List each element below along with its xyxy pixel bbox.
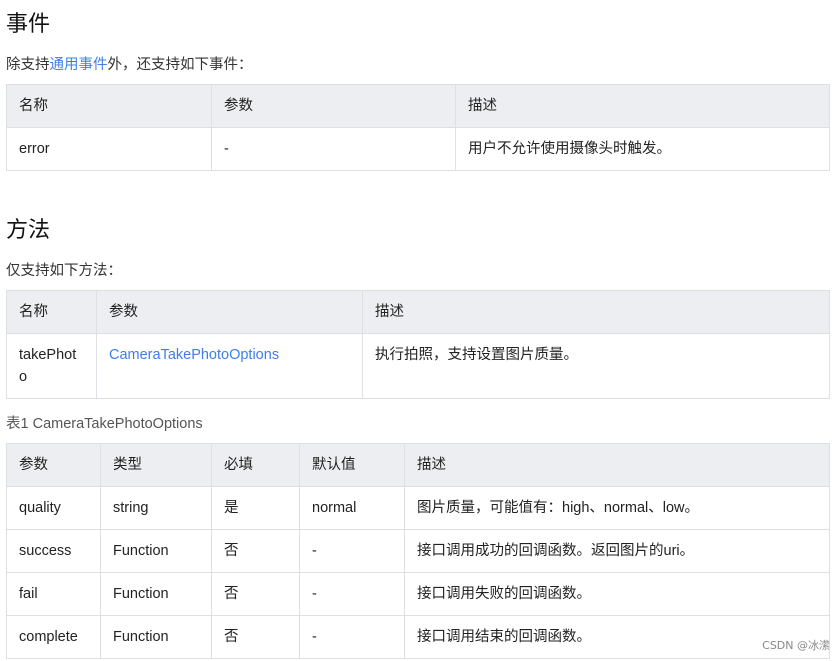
option-required-cell: 是 <box>211 486 300 530</box>
option-desc-cell: 图片质量，可能值有：high、normal、low。 <box>404 486 830 530</box>
option-desc-cell: 接口调用成功的回调函数。返回图片的uri。 <box>404 529 830 573</box>
table-row: error - 用户不允许使用摄像头时触发。 <box>6 127 830 171</box>
option-param-cell: quality <box>6 486 101 530</box>
option-param-cell: fail <box>6 572 101 616</box>
column-header: 参数 <box>211 84 456 128</box>
option-default-cell: - <box>299 572 405 616</box>
table-header-row: 名称 参数 描述 <box>6 84 830 128</box>
table-caption: 表1 CameraTakePhotoOptions <box>6 416 203 432</box>
table-header-row: 名称 参数 描述 <box>6 290 830 334</box>
option-param-cell: complete <box>6 615 101 659</box>
table-row: quality string 是 normal 图片质量，可能值有：high、n… <box>6 486 830 530</box>
option-required-cell: 否 <box>211 615 300 659</box>
methods-table: 名称 参数 描述 takePhoto CameraTakePhotoOption… <box>6 290 830 399</box>
events-intro: 除支持通用事件外，还支持如下事件： <box>6 53 253 74</box>
column-header: 名称 <box>6 290 97 334</box>
camera-take-photo-options-link[interactable]: CameraTakePhotoOptions <box>109 347 279 363</box>
events-intro-prefix: 除支持 <box>6 57 50 73</box>
option-desc-cell: 接口调用失败的回调函数。 <box>404 572 830 616</box>
event-name-cell: error <box>6 127 212 171</box>
table-row: complete Function 否 - 接口调用结束的回调函数。 <box>6 615 830 659</box>
events-table: 名称 参数 描述 error - 用户不允许使用摄像头时触发。 <box>6 84 830 171</box>
option-param-cell: success <box>6 529 101 573</box>
column-header: 参数 <box>6 443 101 487</box>
event-desc-cell: 用户不允许使用摄像头时触发。 <box>455 127 830 171</box>
method-name-cell: takePhoto <box>6 333 97 399</box>
table-header-row: 参数 类型 必填 默认值 描述 <box>6 443 830 487</box>
table-row: fail Function 否 - 接口调用失败的回调函数。 <box>6 572 830 616</box>
events-heading: 事件 <box>6 11 51 36</box>
column-header: 类型 <box>100 443 212 487</box>
option-default-cell: - <box>299 615 405 659</box>
column-header: 默认值 <box>299 443 405 487</box>
option-type-cell: Function <box>100 615 212 659</box>
option-type-cell: string <box>100 486 212 530</box>
methods-heading: 方法 <box>6 217 51 242</box>
method-param-cell: CameraTakePhotoOptions <box>96 333 363 399</box>
column-header: 参数 <box>96 290 363 334</box>
table-row: success Function 否 - 接口调用成功的回调函数。返回图片的ur… <box>6 529 830 573</box>
options-table: 参数 类型 必填 默认值 描述 quality string 是 normal … <box>6 443 830 659</box>
column-header: 描述 <box>455 84 830 128</box>
table-row: takePhoto CameraTakePhotoOptions 执行拍照，支持… <box>6 333 830 399</box>
column-header: 描述 <box>404 443 830 487</box>
watermark: CSDN @冰潆 <box>762 639 830 652</box>
option-required-cell: 否 <box>211 529 300 573</box>
column-header: 描述 <box>362 290 830 334</box>
column-header: 名称 <box>6 84 212 128</box>
event-param-cell: - <box>211 127 456 171</box>
option-default-cell: - <box>299 529 405 573</box>
method-desc-cell: 执行拍照，支持设置图片质量。 <box>362 333 830 399</box>
events-intro-suffix: 外，还支持如下事件： <box>107 57 253 73</box>
option-required-cell: 否 <box>211 572 300 616</box>
option-default-cell: normal <box>299 486 405 530</box>
column-header: 必填 <box>211 443 300 487</box>
methods-intro: 仅支持如下方法： <box>6 263 122 279</box>
common-events-link[interactable]: 通用事件 <box>50 57 108 73</box>
option-type-cell: Function <box>100 529 212 573</box>
option-type-cell: Function <box>100 572 212 616</box>
